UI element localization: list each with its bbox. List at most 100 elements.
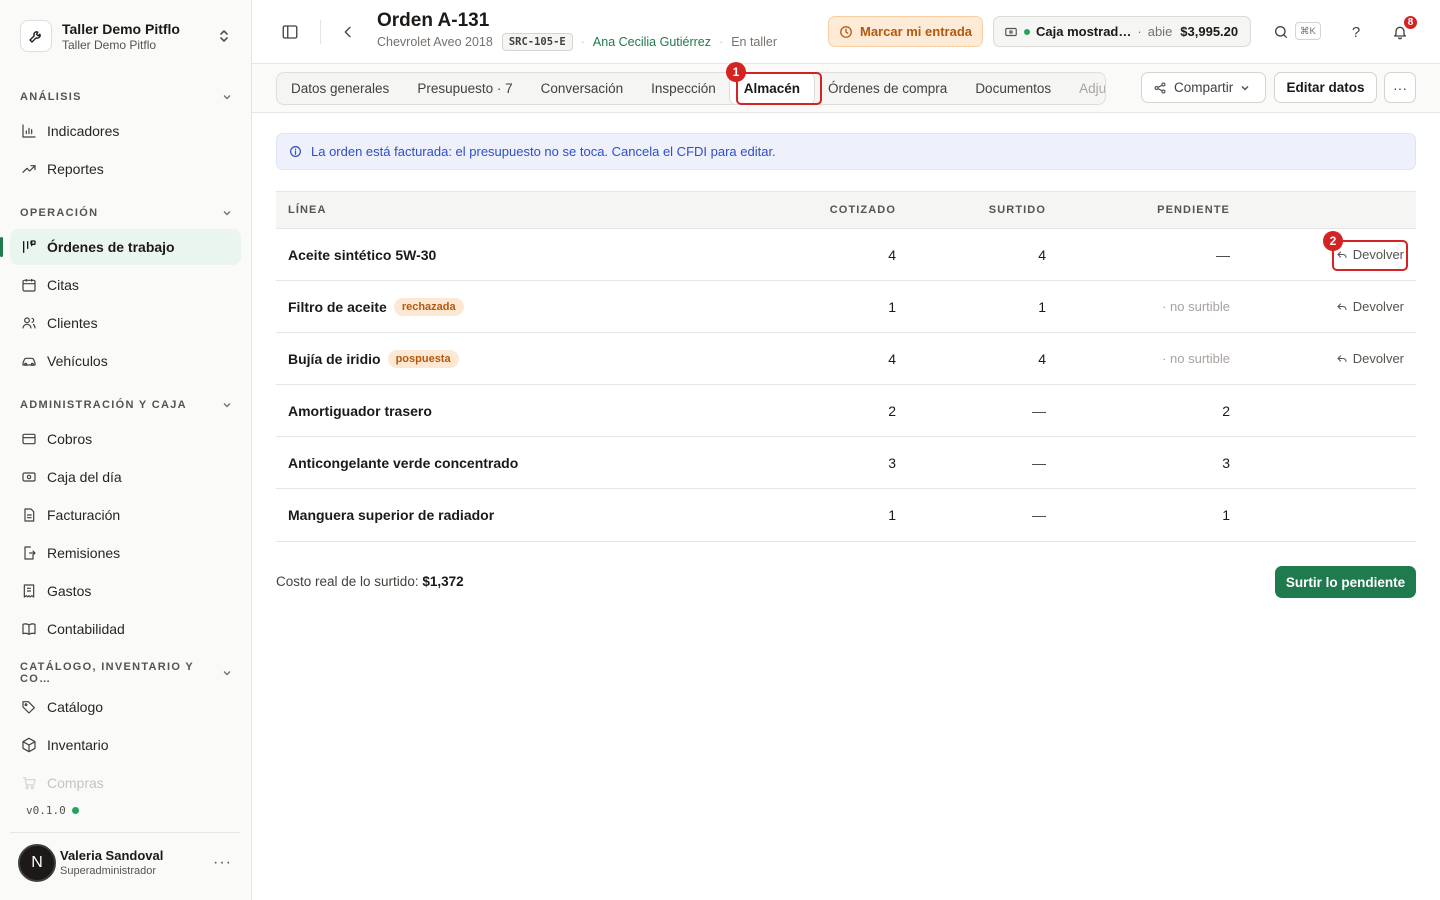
tab-presupuesto[interactable]: Presupuesto · 7 xyxy=(403,73,526,104)
return-button[interactable]: Devolver xyxy=(1336,299,1404,314)
supplied-value: — xyxy=(1032,402,1046,419)
sidebar-item-facturacion[interactable]: Facturación xyxy=(10,497,241,533)
sidebar-item-label: Clientes xyxy=(47,315,98,331)
section-analisis[interactable]: ANÁLISIS xyxy=(10,85,242,109)
table-row: Bujía de iridio pospuesta 4 4 · no surti… xyxy=(276,333,1416,385)
sidebar-item-label: Catálogo xyxy=(47,699,104,715)
section-operacion[interactable]: OPERACIÓN xyxy=(10,201,242,225)
quoted-value: 1 xyxy=(888,298,896,315)
sidebar-item-label: Órdenes de trabajo xyxy=(47,239,175,255)
sidebar-item-indicadores[interactable]: Indicadores xyxy=(10,113,241,149)
sidebar-item-remisiones[interactable]: Remisiones xyxy=(10,535,241,571)
more-actions-button[interactable]: ··· xyxy=(1384,72,1416,103)
more-icon: ··· xyxy=(1393,79,1407,96)
col-pending: PENDIENTE xyxy=(1157,204,1230,216)
return-icon xyxy=(1336,353,1348,365)
sidebar-item-citas[interactable]: Citas xyxy=(10,267,241,303)
sidebar-item-compras[interactable]: Compras xyxy=(10,765,241,801)
pending-value: 2 xyxy=(1222,402,1230,419)
sidebar-item-label: Vehículos xyxy=(47,353,108,369)
avatar: N xyxy=(18,843,56,882)
supplied-value: 4 xyxy=(1038,246,1046,263)
sidebar-item-catalogo[interactable]: Catálogo xyxy=(10,689,241,725)
help-icon[interactable]: ? xyxy=(1345,21,1367,43)
share-icon xyxy=(1153,81,1167,95)
workspace-switcher[interactable]: Taller Demo Pitflo Taller Demo Pitflo xyxy=(10,10,242,62)
user-menu[interactable]: N Valeria Sandoval Superadministrador ··… xyxy=(10,832,240,892)
sidebar-item-caja[interactable]: Caja del día xyxy=(10,459,241,495)
page-title: Orden A-131 xyxy=(377,10,490,31)
tab-adjuntos[interactable]: Adjuntos xyxy=(1065,73,1105,104)
cash-register-state: abie xyxy=(1147,24,1173,39)
supplied-value: 1 xyxy=(1038,298,1046,315)
app-version: v0.1.0 xyxy=(26,804,79,817)
file-export-icon xyxy=(20,544,38,562)
tab-bar: Datos generales Presupuesto · 7 Conversa… xyxy=(252,64,1440,113)
quoted-value: 3 xyxy=(888,454,896,471)
line-name: Aceite sintético 5W-30 xyxy=(288,246,437,263)
sidebar-item-inventario[interactable]: Inventario xyxy=(10,727,241,763)
notification-count: 8 xyxy=(1402,14,1419,31)
sidebar-item-gastos[interactable]: Gastos xyxy=(10,573,241,609)
back-icon[interactable] xyxy=(336,20,360,44)
status-badge: pospuesta xyxy=(387,349,459,368)
section-catalogo[interactable]: CATÁLOGO, INVENTARIO Y CO… xyxy=(10,661,242,685)
return-button[interactable]: Devolver xyxy=(1336,351,1404,366)
section-label: ADMINISTRACIÓN Y CAJA xyxy=(20,399,187,411)
pending-value: · no surtible xyxy=(1162,299,1230,314)
chevron-down-icon xyxy=(222,92,232,102)
share-button[interactable]: Compartir xyxy=(1141,72,1266,103)
tab-datos-generales[interactable]: Datos generales xyxy=(277,73,403,104)
sidebar-item-ordenes[interactable]: Órdenes de trabajo xyxy=(0,229,241,265)
search-icon[interactable] xyxy=(1270,21,1292,43)
section-label: CATÁLOGO, INVENTARIO Y CO… xyxy=(20,661,194,685)
section-label: ANÁLISIS xyxy=(20,91,82,103)
version-text: v0.1.0 xyxy=(26,804,66,817)
annotation-marker-2: 2 xyxy=(1323,231,1343,251)
chevron-up-down-icon xyxy=(216,28,232,44)
tab-documentos[interactable]: Documentos xyxy=(961,73,1065,104)
cash-register-selector[interactable]: Caja mostrad… · abie $3,995.20 xyxy=(993,16,1251,47)
status-badge: rechazada xyxy=(393,297,464,316)
warehouse-table: LÍNEA COTIZADO SURTIDO PENDIENTE Aceite … xyxy=(276,191,1416,542)
sidebar-item-label: Caja del día xyxy=(47,469,122,485)
pending-value: 1 xyxy=(1222,507,1230,523)
more-icon[interactable]: ··· xyxy=(213,854,232,872)
sidebar-item-label: Inventario xyxy=(47,737,109,753)
sidebar-item-contabilidad[interactable]: Contabilidad xyxy=(10,611,241,647)
table-row: Manguera superior de radiador 1 — 1 xyxy=(276,489,1416,542)
chevron-down-icon xyxy=(222,208,232,218)
chevron-down-icon xyxy=(222,400,232,410)
sidebar-item-label: Cobros xyxy=(47,431,93,447)
line-name: Anticongelante verde concentrado xyxy=(288,454,519,471)
car-icon xyxy=(20,352,38,370)
sidebar-item-cobros[interactable]: Cobros xyxy=(10,421,241,457)
pending-value: 3 xyxy=(1222,454,1230,471)
cash-icon xyxy=(20,468,38,486)
sidebar-item-label: Facturación xyxy=(47,507,121,523)
section-administracion[interactable]: ADMINISTRACIÓN Y CAJA xyxy=(10,393,242,417)
marcar-entrada-button[interactable]: Marcar mi entrada xyxy=(828,16,983,47)
supply-pending-button[interactable]: Surtir lo pendiente xyxy=(1275,566,1416,598)
quoted-value: 4 xyxy=(888,350,896,367)
cash-icon xyxy=(1004,25,1018,39)
annotation-highlight-tab xyxy=(736,72,822,105)
sidebar-item-clientes[interactable]: Clientes xyxy=(10,305,241,341)
client-link[interactable]: Ana Cecilia Gutiérrez xyxy=(593,35,711,49)
edit-data-button[interactable]: Editar datos xyxy=(1274,72,1377,103)
sidebar-item-vehiculos[interactable]: Vehículos xyxy=(10,343,241,379)
tab-inspeccion[interactable]: Inspección xyxy=(637,73,730,104)
status-dot xyxy=(71,807,79,814)
tab-conversacion[interactable]: Conversación xyxy=(527,73,638,104)
section-label: OPERACIÓN xyxy=(20,207,99,219)
sidebar-item-reportes[interactable]: Reportes xyxy=(10,151,241,187)
sidebar-item-label: Gastos xyxy=(47,583,92,599)
quoted-value: 2 xyxy=(888,402,896,419)
alert-text: La orden está facturada: el presupuesto … xyxy=(311,144,776,159)
line-name: Filtro de aceite xyxy=(288,298,387,315)
return-label: Devolver xyxy=(1352,299,1404,314)
sidebar-toggle-icon[interactable] xyxy=(278,20,302,44)
supplied-cost-value: $1,372 xyxy=(422,574,464,589)
book-icon xyxy=(20,620,38,638)
tab-ordenes-compra[interactable]: Órdenes de compra xyxy=(814,73,961,104)
